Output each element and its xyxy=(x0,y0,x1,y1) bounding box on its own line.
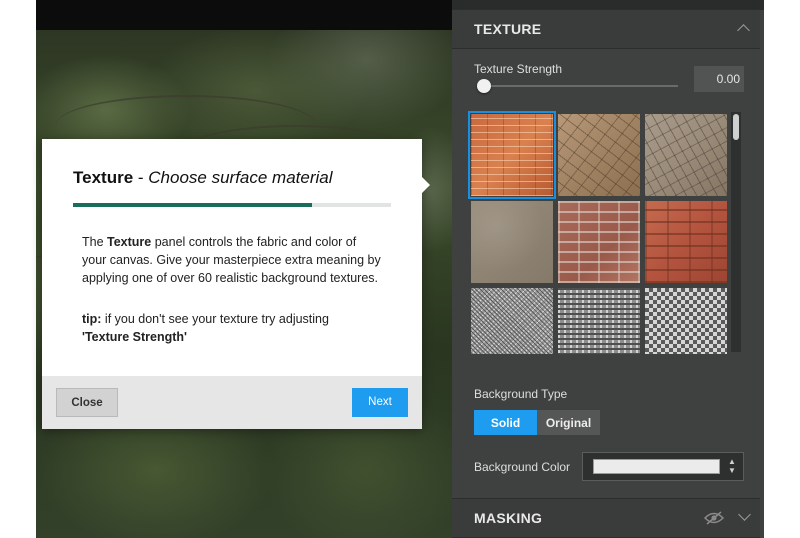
canvas-top-bar xyxy=(36,0,452,30)
texture-grid-scrollbar-thumb[interactable] xyxy=(733,114,739,140)
texture-side-panel: TEXTURE Texture Strength 0.00 Background… xyxy=(452,0,764,538)
texture-tile-plaster[interactable] xyxy=(471,201,553,283)
tour-progress-bar xyxy=(73,203,391,207)
select-arrows-icon: ▲ ▼ xyxy=(728,457,736,475)
tour-body-text: The Texture panel controls the fabric an… xyxy=(82,235,381,285)
texture-grid xyxy=(467,110,729,354)
chevron-up-icon[interactable] xyxy=(737,24,750,37)
texture-strength-value-field[interactable]: 0.00 xyxy=(694,66,744,92)
texture-tile-cracked-stone[interactable] xyxy=(645,114,727,196)
background-type-original-button[interactable]: Original xyxy=(537,410,600,435)
tour-title: Texture - Choose surface material xyxy=(73,168,333,187)
tour-dialog: Texture - Choose surface material The Te… xyxy=(42,139,430,429)
chevron-down-icon[interactable] xyxy=(738,508,751,521)
tour-pointer-arrow xyxy=(420,175,430,195)
texture-grid-scrollbar[interactable] xyxy=(731,112,741,352)
texture-tile-orange-brick[interactable] xyxy=(468,111,556,199)
texture-tile-bw-checker[interactable] xyxy=(645,288,727,354)
texture-section-title: TEXTURE xyxy=(474,21,542,37)
texture-section-header[interactable]: TEXTURE xyxy=(452,9,760,49)
texture-tile-brick-wall[interactable] xyxy=(558,201,640,283)
masking-section-title: MASKING xyxy=(474,510,543,526)
texture-tile-bw-pattern[interactable] xyxy=(558,288,640,354)
texture-strength-slider-handle[interactable] xyxy=(477,79,491,93)
texture-tile-cracked-earth[interactable] xyxy=(558,114,640,196)
texture-tile-bw-noise[interactable] xyxy=(471,288,553,354)
texture-strength-label: Texture Strength xyxy=(474,62,563,76)
background-color-swatch[interactable] xyxy=(593,459,720,474)
close-button[interactable]: Close xyxy=(56,388,118,417)
background-type-solid-button[interactable]: Solid xyxy=(474,410,537,435)
next-button[interactable]: Next xyxy=(352,388,408,417)
tour-tip-text: tip: if you don't see your texture try a… xyxy=(82,312,329,344)
tour-footer: Close Next xyxy=(42,376,422,429)
tour-progress-fill xyxy=(73,203,312,207)
texture-tile-red-brick[interactable] xyxy=(645,201,727,283)
texture-strength-slider-track[interactable] xyxy=(482,85,678,87)
background-color-select[interactable]: ▲ ▼ xyxy=(582,452,744,481)
background-color-label: Background Color xyxy=(474,460,571,474)
background-type-label: Background Type xyxy=(474,387,568,401)
masking-section-header[interactable]: MASKING xyxy=(452,498,760,538)
eye-hidden-icon[interactable] xyxy=(704,511,724,525)
